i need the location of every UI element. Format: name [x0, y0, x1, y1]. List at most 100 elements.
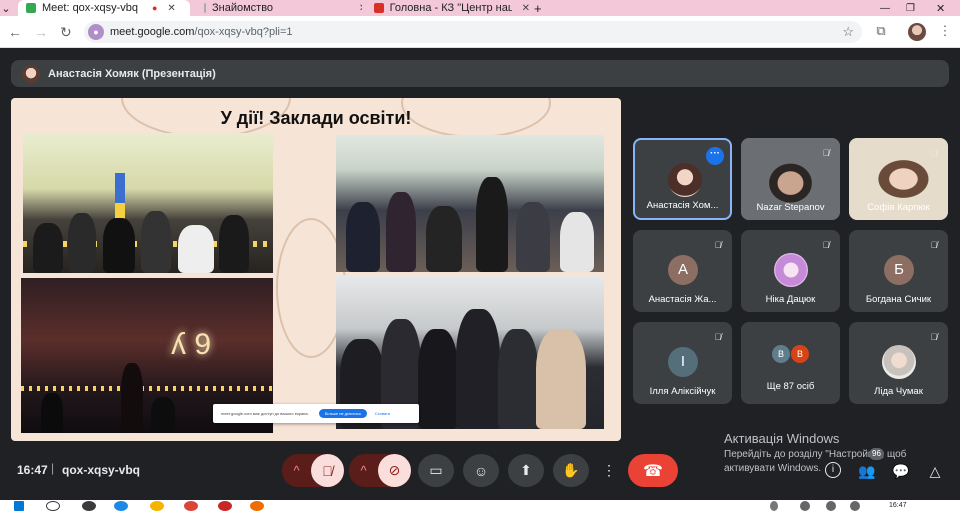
people-icon[interactable]: 👥	[858, 462, 876, 480]
person	[560, 212, 594, 272]
participant-name: Nazar Stepanov	[756, 202, 825, 213]
mic-off-icon: 🎙̸	[822, 240, 830, 250]
url-input[interactable]: ● meet.google.com /qox-xqsy-vbq?pli=1 ☆	[84, 21, 862, 43]
participant-name: Анастасія Жа...	[648, 294, 717, 305]
person	[41, 393, 63, 433]
presentation-header: Анастасія Хомяк (Презентація)	[11, 60, 949, 87]
leave-call-button[interactable]: ☎	[628, 454, 678, 487]
participant-tile[interactable]: 🎙̸ Nazar Stepanov	[741, 138, 840, 220]
participant-avatar	[668, 163, 702, 197]
camera-off-button[interactable]: ⊘	[378, 454, 411, 487]
more-participants-tile[interactable]: В В Ще 87 осіб	[741, 322, 840, 404]
mic-options-chevron-icon[interactable]: ^	[282, 463, 311, 478]
mic-off-icon: 🎙̸	[822, 148, 830, 158]
extensions-icon[interactable]: ⧉	[872, 23, 890, 41]
meeting-info-icon[interactable]: i	[825, 462, 841, 478]
participant-tile[interactable]: Б 🎙̸ Богдана Сичик	[849, 230, 948, 312]
chrome-icon[interactable]	[184, 501, 198, 511]
search-icon[interactable]	[46, 501, 60, 511]
present-screen-button[interactable]: ⬆	[508, 454, 544, 487]
mic-off-button[interactable]: 🎙̸	[311, 454, 344, 487]
recording-icon: ●	[151, 3, 158, 13]
meeting-code: qox-xqsy-vbq	[62, 463, 141, 477]
tray-chevron-icon[interactable]	[770, 501, 778, 511]
participant-tile[interactable]: І 🎙̸ Ілля Аліксійчук	[633, 322, 732, 404]
chat-icon[interactable]: 💬	[892, 462, 910, 480]
participant-tile[interactable]: А 🎙̸ Анастасія Жа...	[633, 230, 732, 312]
captions-button[interactable]: ▭	[418, 454, 454, 487]
tab-meet[interactable]: Meet: qox-xqsy-vbq ● ✕	[18, 0, 190, 16]
more-options-icon[interactable]: ···	[706, 147, 724, 165]
group-avatar: В	[772, 345, 790, 363]
lights	[21, 386, 273, 391]
participant-tile[interactable]: ··· Анастасія Хом...	[633, 138, 732, 220]
people-count-badge: 96	[869, 448, 884, 460]
more-options-button[interactable]: ⋮	[602, 454, 616, 487]
participant-avatar	[774, 253, 808, 287]
close-tab-icon[interactable]: ✕	[522, 3, 530, 14]
taskbar-clock[interactable]: 16:47	[889, 502, 907, 509]
tab-znaiomstvo[interactable]: Знайомство ✕	[196, 0, 362, 16]
participant-tile[interactable]: 🎙̸ Ніка Дацюк	[741, 230, 840, 312]
presenter-avatar	[22, 64, 40, 83]
participant-avatar: А	[668, 255, 698, 285]
participant-tile[interactable]: 🎙̸ Софія Карпюк	[849, 138, 948, 220]
reload-icon[interactable]: ↻	[60, 24, 72, 41]
emoji-button[interactable]: ☺	[463, 454, 499, 487]
start-icon[interactable]	[14, 501, 24, 511]
stop-sharing-button[interactable]: Більше не ділитися	[318, 409, 367, 418]
close-tab-icon[interactable]: ✕	[167, 3, 175, 14]
maximize-icon[interactable]: ❐	[906, 0, 920, 16]
camera-options-chevron-icon[interactable]: ^	[349, 463, 378, 478]
windows-taskbar	[0, 500, 960, 511]
explorer-icon[interactable]	[150, 501, 164, 511]
participant-name: Анастасія Хом...	[646, 200, 719, 211]
person	[516, 202, 550, 272]
forward-icon[interactable]: →	[34, 24, 48, 40]
meeting-time: 16:47	[17, 463, 48, 477]
app-icon[interactable]	[250, 501, 264, 511]
participant-tile[interactable]: 🎙̸ Ліда Чумак	[849, 322, 948, 404]
participant-name: Богдана Сичик	[865, 294, 932, 305]
participant-avatar: Б	[884, 255, 914, 285]
raise-hand-button[interactable]: ✋	[553, 454, 589, 487]
person	[418, 329, 458, 429]
more-control: ⋮	[602, 454, 616, 487]
hide-notice-link[interactable]: Сховати	[375, 411, 390, 416]
url-host: meet.google.com	[110, 26, 195, 38]
emoji-control: ☺	[463, 454, 499, 487]
new-tab-button[interactable]: +	[534, 0, 548, 16]
network-icon[interactable]	[800, 501, 810, 511]
camera-control-group: ^ ⊘	[349, 454, 411, 487]
person	[219, 215, 249, 273]
participant-avatar	[882, 345, 916, 379]
address-bar-row: ← → ↻ ● meet.google.com /qox-xqsy-vbq?pl…	[0, 16, 960, 48]
tab-menu-icon[interactable]: ⌄	[0, 0, 12, 16]
activities-icon[interactable]: △	[926, 462, 944, 480]
person	[141, 211, 171, 273]
person	[151, 397, 175, 433]
participant-name: Ліда Чумак	[874, 386, 923, 397]
person	[103, 218, 135, 273]
mic-off-icon: 🎙̸	[930, 240, 938, 250]
page-favicon-icon	[204, 3, 206, 13]
back-icon[interactable]: ←	[8, 24, 22, 40]
close-window-icon[interactable]: ✕	[936, 0, 950, 16]
separator: |	[51, 461, 55, 475]
close-tab-icon[interactable]: ✕	[359, 3, 362, 14]
browser-menu-icon[interactable]: ⋮	[936, 23, 954, 41]
app-icon[interactable]	[218, 501, 232, 511]
screen-share-notice: meet.google.com має доступ до вашого екр…	[213, 404, 419, 423]
windows-activation-text: активувати Windows.	[724, 463, 822, 474]
tab-holovna[interactable]: Головна - КЗ "Центр націона... ✕	[368, 0, 530, 16]
volume-icon[interactable]	[826, 501, 836, 511]
profile-avatar[interactable]	[908, 23, 926, 41]
task-view-icon[interactable]	[82, 501, 96, 511]
edge-icon[interactable]	[114, 501, 128, 511]
site-info-icon[interactable]: ●	[88, 24, 104, 40]
battery-icon[interactable]	[850, 501, 860, 511]
person	[178, 225, 214, 273]
minimize-icon[interactable]: —	[880, 0, 894, 16]
bookmark-star-icon[interactable]: ☆	[842, 24, 854, 40]
presenter-label: Анастасія Хомяк (Презентація)	[48, 67, 216, 80]
